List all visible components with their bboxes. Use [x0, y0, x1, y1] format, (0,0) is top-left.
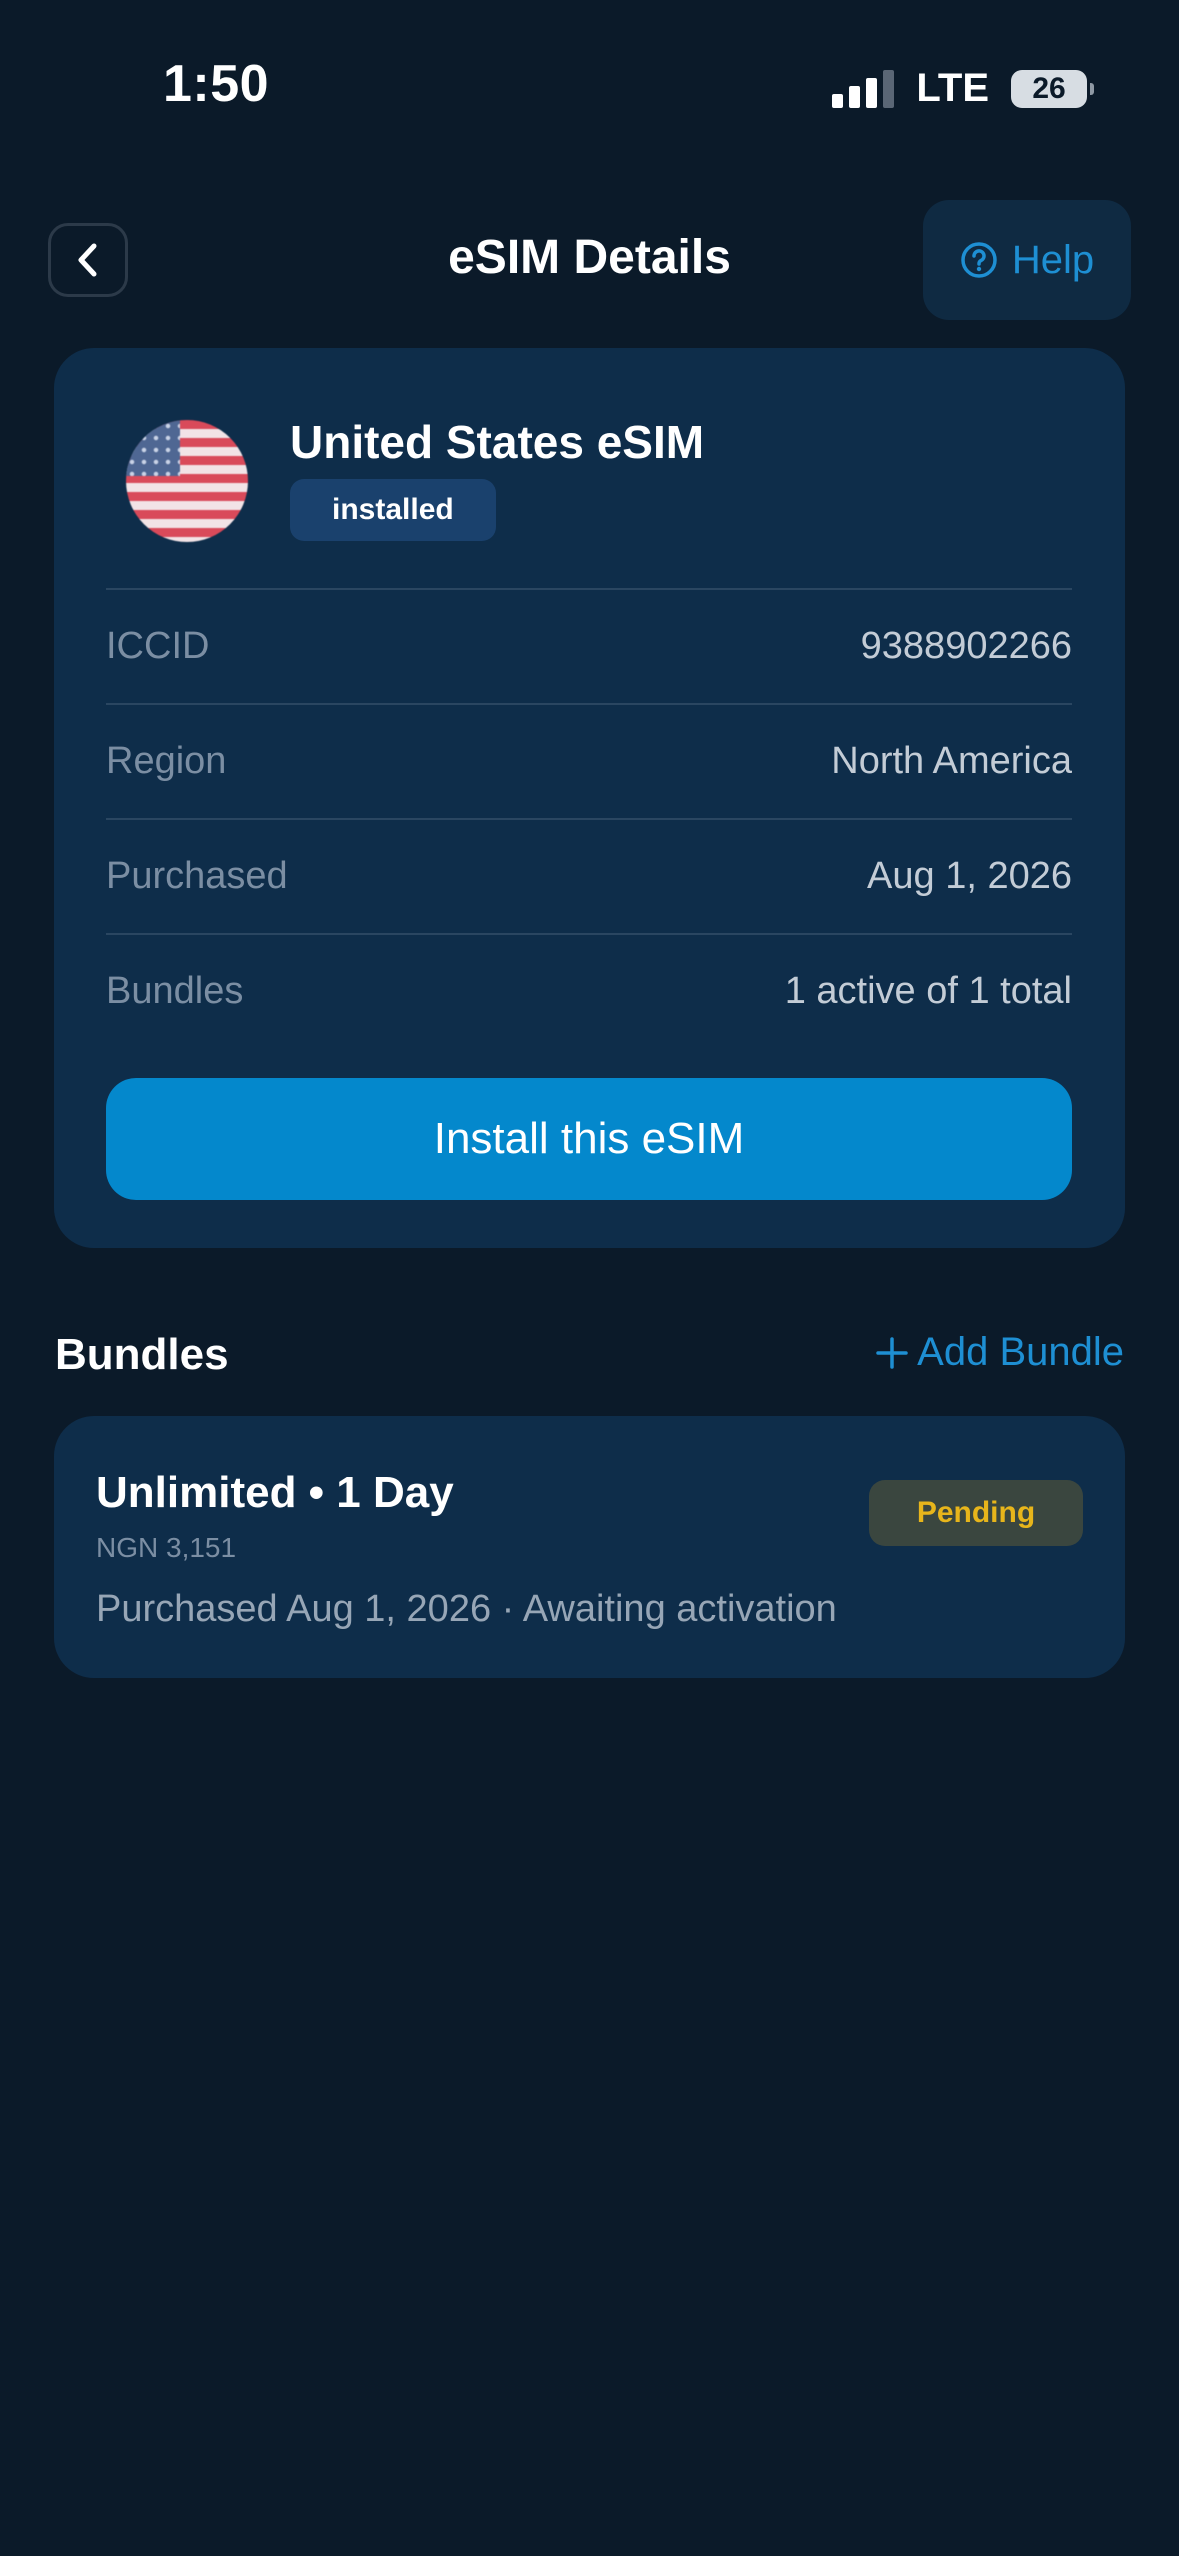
esim-card: United States eSIM installed ICCID 93889… [54, 348, 1125, 1248]
install-esim-button[interactable]: Install this eSIM [106, 1078, 1072, 1200]
detail-row-purchased: Purchased Aug 1, 2026 [106, 818, 1072, 933]
detail-row-bundles: Bundles 1 active of 1 total [106, 933, 1072, 1048]
detail-row-region: Region North America [106, 703, 1072, 818]
bundle-price: NGN 3,151 [96, 1532, 237, 1563]
help-label: Help [1011, 237, 1095, 282]
bundle-detail: Purchased Aug 1, 2026 · Awaiting activat… [96, 1588, 837, 1630]
add-bundle-label: Add Bundle [917, 1330, 1124, 1374]
battery-level: 26 [1032, 71, 1066, 105]
network-type: LTE [916, 66, 989, 110]
row-value: Aug 1, 2026 [867, 855, 1072, 897]
us-flag-icon [126, 420, 248, 542]
row-label: ICCID [106, 625, 210, 667]
detail-row-iccid: ICCID 9388902266 [106, 588, 1072, 703]
status-badge: installed [290, 479, 496, 541]
row-label: Purchased [106, 855, 288, 897]
header: eSIM Details Help [0, 200, 1179, 322]
row-value: North America [831, 740, 1072, 782]
status-time: 1:50 [163, 55, 270, 113]
esim-name: United States eSIM [290, 416, 705, 468]
row-value: 1 active of 1 total [784, 970, 1072, 1012]
plus-icon [876, 1336, 908, 1369]
battery-icon: 26 [1011, 69, 1094, 108]
signal-strength-icon [832, 69, 895, 108]
bundle-name: Unlimited • 1 Day [96, 1468, 454, 1517]
help-button[interactable]: Help [923, 200, 1131, 320]
status-bar: 1:50 LTE 26 [0, 0, 1179, 160]
add-bundle-button[interactable]: Add Bundle [875, 1330, 1124, 1375]
status-indicators: LTE 26 [832, 66, 1094, 111]
row-label: Region [106, 740, 227, 782]
pending-badge: Pending [869, 1480, 1083, 1546]
esim-detail-rows: ICCID 9388902266 Region North America Pu… [106, 588, 1072, 1048]
question-circle-icon [961, 242, 997, 278]
esim-card-header: United States eSIM installed [126, 416, 704, 542]
row-value: 9388902266 [860, 625, 1072, 667]
row-label: Bundles [106, 970, 244, 1012]
esim-title-block: United States eSIM installed [290, 416, 704, 541]
bundles-section-title: Bundles [55, 1330, 229, 1379]
bundle-card[interactable]: Unlimited • 1 Day NGN 3,151 Purchased Au… [54, 1416, 1125, 1678]
